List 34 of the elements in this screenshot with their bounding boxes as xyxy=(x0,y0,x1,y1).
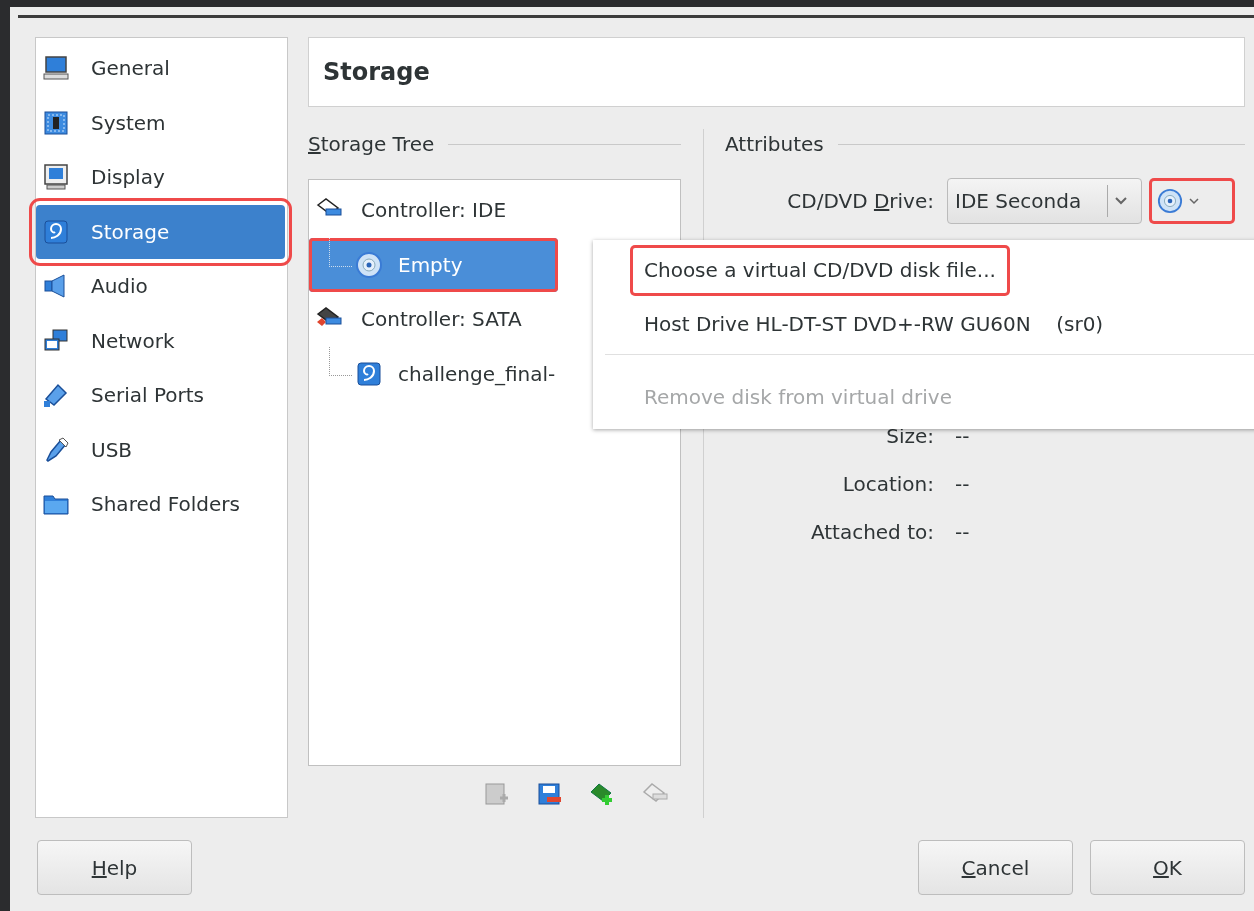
sidebar-item[interactable]: Audio xyxy=(36,259,285,314)
chip-icon xyxy=(42,108,70,137)
sidebar-item[interactable]: General xyxy=(36,41,285,96)
sidebar-item[interactable]: USB xyxy=(36,422,285,477)
cancel-button[interactable]: Cancel xyxy=(918,840,1073,895)
field-value: -- xyxy=(955,471,971,498)
sidebar-item[interactable]: Shared Folders xyxy=(36,477,285,532)
display-icon xyxy=(42,163,70,192)
section-heading: Storage Tree xyxy=(308,132,435,156)
field-label: Attached to: xyxy=(809,519,934,546)
menu-item[interactable]: Host Drive HL-DT-ST DVD+-RW GU60N (sr0) xyxy=(630,299,1118,350)
sidebar-item[interactable]: System xyxy=(36,95,285,150)
field-label: Size: xyxy=(885,423,934,450)
sidebar-item[interactable]: Serial Ports xyxy=(36,368,285,423)
disc-menu-button[interactable] xyxy=(1149,178,1235,224)
help-button[interactable]: Help xyxy=(37,840,192,895)
serial-port-icon xyxy=(42,381,70,410)
tree-item[interactable]: Controller: IDE xyxy=(309,183,681,238)
drive-dropdown[interactable]: IDE Seconda xyxy=(947,178,1142,224)
disc-icon xyxy=(1157,188,1183,214)
field-value: -- xyxy=(955,519,971,546)
remove-disk-icon[interactable] xyxy=(535,780,564,808)
section-heading: Attributes xyxy=(725,132,824,156)
disc-icon xyxy=(355,250,383,279)
sidebar-item[interactable]: Network xyxy=(36,313,285,368)
ok-button[interactable]: OK xyxy=(1090,840,1245,895)
monitor-icon xyxy=(42,54,70,83)
page-title: Storage xyxy=(323,58,430,86)
field-label: Location: xyxy=(841,471,934,498)
sidebar-item[interactable]: Display xyxy=(36,150,285,205)
menu-item[interactable]: Choose a virtual CD/DVD disk file... xyxy=(630,245,1010,296)
field-label: CD/DVD Drive: xyxy=(786,189,934,213)
caret-icon xyxy=(1114,196,1128,206)
field-value: -- xyxy=(955,423,971,450)
